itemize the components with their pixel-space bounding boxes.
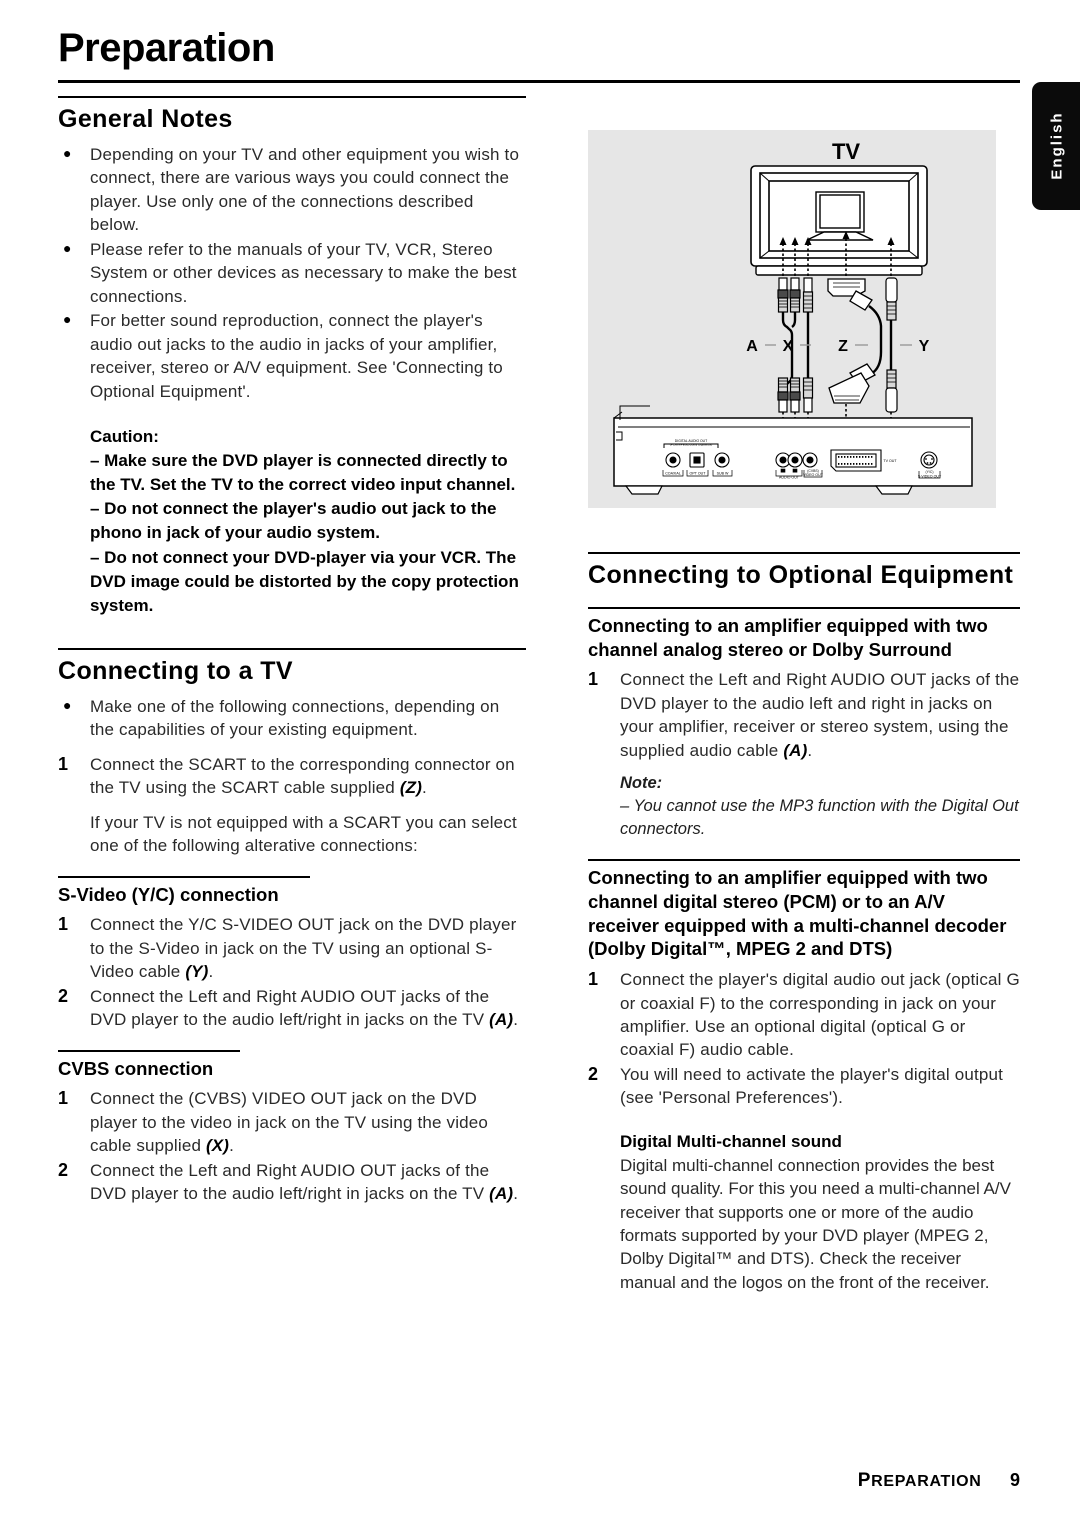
step-tail: . bbox=[422, 778, 427, 798]
manual-page: Preparation English General Notes ● Depe… bbox=[0, 0, 1080, 1528]
step-tail: . bbox=[807, 740, 813, 760]
svg-text:OPT OUT: OPT OUT bbox=[690, 472, 707, 476]
numbered-step: 1 Connect the Y/C S-VIDEO OUT jack on th… bbox=[58, 913, 526, 983]
svg-text:TV: TV bbox=[832, 139, 860, 164]
cable-reference: (Y) bbox=[185, 962, 209, 982]
step-body: Connect the Left and Right AUDIO OUT jac… bbox=[90, 986, 490, 1030]
title-rule bbox=[58, 80, 1020, 83]
step-tail: . bbox=[229, 1136, 235, 1156]
cable-reference: (Z) bbox=[399, 778, 423, 798]
caution-item: – Do not connect the player's audio out … bbox=[90, 499, 497, 543]
step-number: 1 bbox=[588, 669, 599, 690]
svg-text:(PCM/MPEG2/Dolby Digital/dts): (PCM/MPEG2/Dolby Digital/dts) bbox=[670, 443, 713, 447]
svg-text:SUB W: SUB W bbox=[717, 472, 729, 476]
step-body: Connect the Y/C S-VIDEO OUT jack on the … bbox=[90, 915, 517, 982]
step-number: 1 bbox=[58, 1088, 69, 1109]
footer-chapter: PREPARATION bbox=[857, 1470, 982, 1491]
step-text: Connect the Y/C S-VIDEO OUT jack on the … bbox=[90, 913, 526, 983]
numbered-step: 2 You will need to activate the player's… bbox=[588, 1063, 1020, 1110]
step-tail: . bbox=[513, 1010, 519, 1030]
footer-chapter-initial: P bbox=[857, 1470, 872, 1491]
multichannel-body: Digital multi-channel connection provide… bbox=[620, 1155, 1011, 1292]
subsection-heading-digital-amplifier: Connecting to an amplifier equipped with… bbox=[588, 859, 1020, 961]
bullet-dot: ● bbox=[63, 696, 72, 713]
language-tab-label: English bbox=[1048, 111, 1066, 180]
step-text: Connect the Left and Right AUDIO OUT jac… bbox=[90, 985, 526, 1032]
step-number: 1 bbox=[58, 914, 69, 935]
bullet-text: Please refer to the manuals of your TV, … bbox=[90, 239, 517, 306]
step-number: 2 bbox=[58, 985, 69, 1006]
step-number: 1 bbox=[588, 969, 599, 990]
page-title: Preparation bbox=[58, 26, 275, 70]
numbered-step: 1 Connect the (CVBS) VIDEO OUT jack on t… bbox=[58, 1087, 526, 1157]
numbered-step: 2 Connect the Left and Right AUDIO OUT j… bbox=[58, 1159, 526, 1206]
step-number: 2 bbox=[588, 1063, 599, 1084]
subsection-heading-multichannel: Digital Multi-channel sound bbox=[620, 1131, 842, 1151]
bullet-dot: ● bbox=[63, 311, 72, 328]
footer-chapter-rest: REPARATION bbox=[871, 1473, 982, 1490]
svg-text:S-VIDEO OUT: S-VIDEO OUT bbox=[918, 474, 942, 478]
numbered-step: 1 Connect the player's digital audio out… bbox=[588, 968, 1020, 1062]
numbered-step: 1 Connect the Left and Right AUDIO OUT j… bbox=[588, 668, 1020, 762]
note-block: Note: – You cannot use the MP3 function … bbox=[620, 772, 1020, 841]
step-text: Connect the Left and Right AUDIO OUT jac… bbox=[90, 1159, 526, 1206]
section-heading-connecting-to-a-tv: Connecting to a TV bbox=[58, 647, 526, 685]
svg-text:COAXIAL: COAXIAL bbox=[665, 472, 681, 476]
svg-text:AUDIO OUT: AUDIO OUT bbox=[779, 476, 800, 480]
cable-reference: (X) bbox=[205, 1136, 230, 1156]
bullet-item: ● Depending on your TV and other equipme… bbox=[58, 143, 526, 237]
caution-item: – Do not connect your DVD-player via you… bbox=[90, 547, 519, 615]
svg-text:X: X bbox=[783, 338, 794, 355]
step-text: You will need to activate the player's d… bbox=[620, 1064, 1004, 1108]
svg-text:A: A bbox=[746, 338, 758, 355]
scart-alternative-note: If your TV is not equipped with a SCART … bbox=[90, 812, 517, 856]
bullet-text: For better sound reproduction, connect t… bbox=[90, 311, 503, 401]
svg-text:Y: Y bbox=[919, 338, 930, 355]
cable-reference: (A) bbox=[489, 1184, 514, 1204]
note-label: Note: bbox=[620, 774, 663, 793]
section-heading-general-notes: General Notes bbox=[58, 96, 526, 133]
step-text: Connect the SCART to the corresponding c… bbox=[90, 753, 526, 800]
step-tail: . bbox=[513, 1184, 519, 1204]
bullet-item: ● For better sound reproduction, connect… bbox=[58, 309, 526, 403]
subsection-heading-cvbs: CVBS connection bbox=[58, 1049, 240, 1081]
caution-title: Caution: bbox=[90, 426, 159, 446]
subsection-heading-svideo: S-Video (Y/C) connection bbox=[58, 875, 310, 907]
bullet-item: ● Make one of the following connections,… bbox=[58, 695, 526, 742]
step-number: 2 bbox=[58, 1159, 69, 1180]
step-tail: . bbox=[208, 962, 214, 982]
step-text: Connect the Left and Right AUDIO OUT jac… bbox=[620, 668, 1020, 762]
bullet-text: Depending on your TV and other equipment… bbox=[90, 145, 520, 235]
note-text: – You cannot use the MP3 function with t… bbox=[620, 797, 1019, 839]
step-text: Connect the player's digital audio out j… bbox=[620, 970, 1020, 1060]
left-column: General Notes ● Depending on your TV and… bbox=[58, 92, 526, 1207]
right-column: Connecting to Optional Equipment Connect… bbox=[588, 548, 1020, 1294]
caution-block: Caution: – Make sure the DVD player is c… bbox=[90, 425, 524, 618]
caution-item: – Make sure the DVD player is connected … bbox=[90, 451, 516, 495]
subsection-heading-analog-amplifier: Connecting to an amplifier equipped with… bbox=[588, 607, 1020, 661]
footer-page-number: 9 bbox=[1009, 1470, 1020, 1490]
svg-text:Z: Z bbox=[838, 338, 848, 355]
connection-diagram: TV A X Z Y DIGITAL AUDIO OUT (PCM/MPEG2/… bbox=[588, 130, 996, 508]
svg-text:(CVBS): (CVBS) bbox=[807, 469, 819, 473]
svg-text:VIDEO OUT: VIDEO OUT bbox=[803, 473, 824, 477]
page-footer: PREPARATION 9 bbox=[58, 1470, 1020, 1492]
numbered-step: 1 Connect the SCART to the corresponding… bbox=[58, 753, 526, 800]
bullet-dot: ● bbox=[63, 239, 72, 256]
step-body: Connect the (CVBS) VIDEO OUT jack on the… bbox=[90, 1089, 489, 1156]
step-body: Connect the Left and Right AUDIO OUT jac… bbox=[620, 670, 1020, 760]
step-body: Connect the Left and Right AUDIO OUT jac… bbox=[90, 1160, 490, 1204]
bullet-dot: ● bbox=[63, 145, 72, 161]
step-text: Connect the (CVBS) VIDEO OUT jack on the… bbox=[90, 1087, 526, 1157]
bullet-item: ● Please refer to the manuals of your TV… bbox=[58, 238, 526, 308]
cable-reference: (A) bbox=[489, 1010, 514, 1030]
svg-text:TV OUT: TV OUT bbox=[883, 459, 897, 463]
cable-reference: (A) bbox=[783, 740, 808, 760]
language-tab: English bbox=[1032, 82, 1080, 210]
bullet-text: Make one of the following connections, d… bbox=[90, 696, 500, 740]
step-body: Connect the SCART to the corresponding c… bbox=[90, 754, 515, 798]
section-heading-optional-equipment: Connecting to Optional Equipment bbox=[588, 552, 1020, 589]
step-number: 1 bbox=[58, 753, 69, 774]
numbered-step: 2 Connect the Left and Right AUDIO OUT j… bbox=[58, 985, 526, 1032]
